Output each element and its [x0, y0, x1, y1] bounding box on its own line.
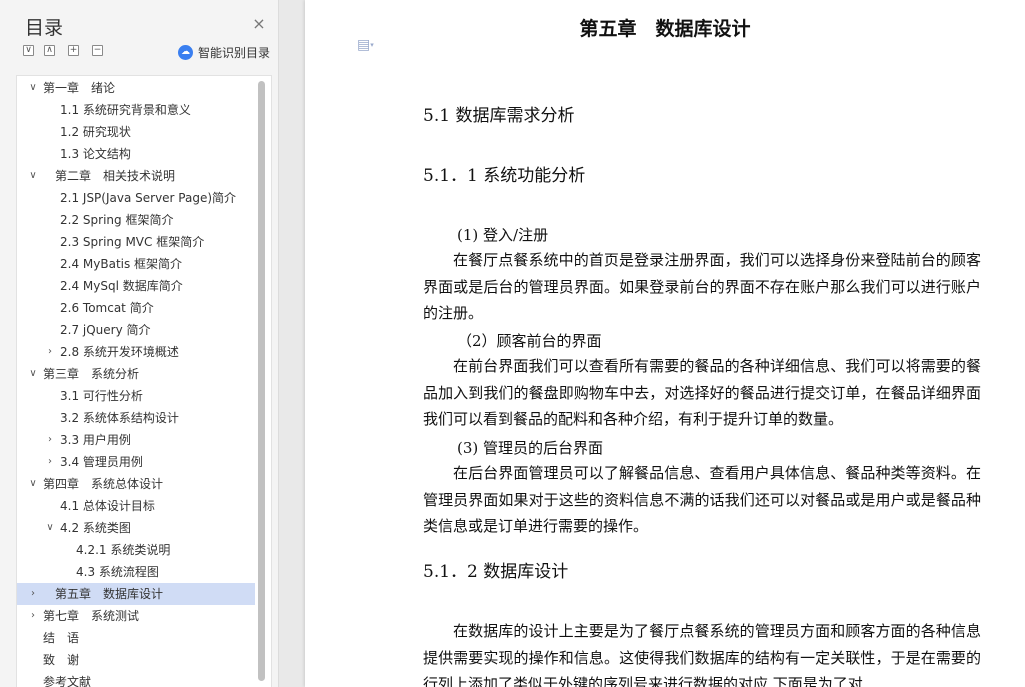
heading-5-1: 5.1 数据库需求分析: [423, 106, 575, 126]
toc-item-label: 第七章 系统测试: [43, 609, 140, 623]
toc-item-label: 1.3 论文结构: [60, 147, 131, 161]
toc-item-label: 3.4 管理员用例: [60, 455, 143, 469]
toc-item[interactable]: 1.1 系统研究背景和意义: [17, 99, 255, 121]
toc-item-label: 2.7 jQuery 简介: [60, 323, 151, 337]
toc-item-label: 致 谢: [43, 653, 80, 667]
toc-item-label: 4.2 系统类图: [60, 521, 131, 535]
toc-item-label: 结 语: [43, 631, 80, 645]
smart-toc-button[interactable]: ☁ 智能识别目录: [178, 44, 270, 60]
toc-item-label: 第四章 系统总体设计: [43, 477, 164, 491]
collapse-all-button[interactable]: ∨: [23, 45, 34, 56]
paragraph-admin: 在后台界面管理员可以了解餐品信息、查看用户具体信息、餐品种类等资料。在管理员界面…: [423, 464, 981, 535]
toc-item-label: 2.6 Tomcat 简介: [60, 301, 154, 315]
chevron-right-icon[interactable]: ›: [44, 429, 56, 451]
heading-5-1-2: 5.1．2 数据库设计: [423, 562, 569, 582]
toc-item[interactable]: 致 谢: [17, 649, 255, 671]
toc-item[interactable]: ∨ 4.2 系统类图: [17, 517, 255, 539]
toc-title: 目录: [25, 17, 64, 39]
chevron-down-icon[interactable]: ∨: [27, 77, 39, 99]
chevron-down-icon[interactable]: ∨: [27, 165, 39, 187]
toc-item[interactable]: 2.2 Spring 框架简介: [17, 209, 255, 231]
toc-item[interactable]: 1.2 研究现状: [17, 121, 255, 143]
chevron-down-icon[interactable]: ∨: [27, 473, 39, 495]
toc-item[interactable]: 1.3 论文结构: [17, 143, 255, 165]
expand-all-button[interactable]: ∧: [44, 45, 55, 56]
toc-item[interactable]: › 3.4 管理员用例: [17, 451, 255, 473]
toc-item[interactable]: 4.3 系统流程图: [17, 561, 255, 583]
document-page: ▤▾ 第五章 数据库设计 5.1 数据库需求分析 5.1．1 系统功能分析 (1…: [305, 0, 1025, 687]
toc-item[interactable]: 2.1 JSP(Java Server Page)简介: [17, 187, 255, 209]
paragraph-customer: 在前台界面我们可以查看所有需要的餐品的各种详细信息、我们可以将需要的餐品加入到我…: [423, 357, 981, 428]
toc-item-label: 第五章 数据库设计: [43, 587, 164, 601]
toc-item-label: 2.1 JSP(Java Server Page)简介: [60, 191, 237, 205]
toc-item[interactable]: ∨ 第四章 系统总体设计: [17, 473, 255, 495]
chevron-right-icon[interactable]: ›: [27, 605, 39, 627]
chevron-down-icon[interactable]: ∨: [27, 363, 39, 385]
toc-item[interactable]: 结 语: [17, 627, 255, 649]
toc-item[interactable]: › 第七章 系统测试: [17, 605, 255, 627]
subheading-customer: （2）顾客前台的界面: [457, 332, 602, 350]
toc-item-label: 4.3 系统流程图: [76, 565, 159, 579]
toc-item[interactable]: › 第五章 数据库设计: [17, 583, 255, 605]
add-heading-button[interactable]: +: [68, 45, 79, 56]
toc-item[interactable]: 4.1 总体设计目标: [17, 495, 255, 517]
toc-item[interactable]: 3.2 系统体系结构设计: [17, 407, 255, 429]
toc-item[interactable]: 2.4 MyBatis 框架简介: [17, 253, 255, 275]
paragraph-login: 在餐厅点餐系统中的首页是登录注册界面，我们可以选择身份来登陆前台的顾客界面或是后…: [423, 251, 981, 322]
toc-item-label: 2.2 Spring 框架简介: [60, 213, 174, 227]
subheading-login: (1) 登入/注册: [457, 226, 549, 244]
toc-item[interactable]: 2.3 Spring MVC 框架简介: [17, 231, 255, 253]
toc-scrollbar[interactable]: [258, 81, 265, 681]
toc-item-label: 3.1 可行性分析: [60, 389, 143, 403]
toc-item[interactable]: 参考文献: [17, 671, 255, 687]
toc-item-label: 2.3 Spring MVC 框架简介: [60, 235, 205, 249]
close-icon[interactable]: ×: [251, 16, 267, 32]
toc-item-label: 3.2 系统体系结构设计: [60, 411, 179, 425]
toc-item[interactable]: › 3.3 用户用例: [17, 429, 255, 451]
heading-5-1-1: 5.1．1 系统功能分析: [423, 166, 586, 186]
toc-item-label: 2.4 MySql 数据库简介: [60, 279, 183, 293]
smart-toc-label: 智能识别目录: [198, 45, 271, 60]
toc-item-label: 第二章 相关技术说明: [43, 169, 176, 183]
chevron-down-icon[interactable]: ∨: [44, 517, 56, 539]
toc-item[interactable]: 3.1 可行性分析: [17, 385, 255, 407]
chevron-right-icon[interactable]: ›: [44, 451, 56, 473]
toc-item[interactable]: 2.7 jQuery 简介: [17, 319, 255, 341]
toc-item[interactable]: › 2.8 系统开发环境概述: [17, 341, 255, 363]
toc-item-label: 参考文献: [43, 675, 92, 687]
toc-item-label: 2.8 系统开发环境概述: [60, 345, 179, 359]
cloud-icon: ☁: [178, 44, 193, 60]
toc-item-label: 2.4 MyBatis 框架简介: [60, 257, 183, 271]
chevron-right-icon[interactable]: ›: [27, 583, 39, 605]
toc-panel: 目录 × ∨ ∧ + − ☁ 智能识别目录 ∨ 第一章 绪论 1.1 系统研究背景和…: [0, 0, 279, 687]
toc-item-label: 1.2 研究现状: [60, 125, 131, 139]
toc-item[interactable]: 4.2.1 系统类说明: [17, 539, 255, 561]
subheading-admin: (3) 管理员的后台界面: [457, 439, 604, 457]
toc-item[interactable]: ∨ 第二章 相关技术说明: [17, 165, 255, 187]
toc-item[interactable]: ∨ 第一章 绪论: [17, 77, 255, 99]
toc-item-label: 4.1 总体设计目标: [60, 499, 155, 513]
toc-item-label: 1.1 系统研究背景和意义: [60, 103, 191, 117]
toc-item[interactable]: 2.6 Tomcat 简介: [17, 297, 255, 319]
chevron-right-icon[interactable]: ›: [44, 341, 56, 363]
toc-item-label: 第三章 系统分析: [43, 367, 140, 381]
toc-item-label: 第一章 绪论: [43, 81, 116, 95]
toc-item[interactable]: ∨ 第三章 系统分析: [17, 363, 255, 385]
paragraph-db-design: 在数据库的设计上主要是为了餐厅点餐系统的管理员方面和顾客方面的各种信息提供需要实…: [423, 622, 981, 687]
toc-item-label: 4.2.1 系统类说明: [76, 543, 171, 557]
toc-item-label: 3.3 用户用例: [60, 433, 131, 447]
remove-heading-button[interactable]: −: [92, 45, 103, 56]
toc-list: ∨ 第一章 绪论 1.1 系统研究背景和意义 1.2 研究现状 1.3 论文结构 ∨ 第二…: [16, 75, 272, 687]
toc-item[interactable]: 2.4 MySql 数据库简介: [17, 275, 255, 297]
chapter-title: 第五章 数据库设计: [579, 18, 751, 40]
